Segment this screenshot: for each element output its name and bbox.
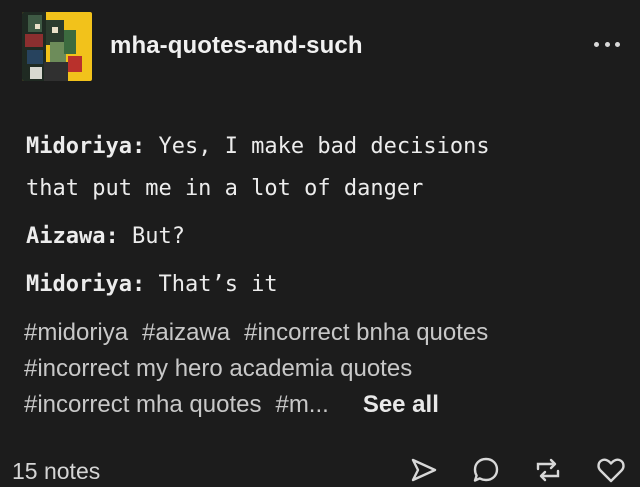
tag-link[interactable]: #aizawa (142, 319, 230, 346)
speaker-name: Midoriya: (26, 272, 146, 297)
tag-link[interactable]: #m... (275, 391, 328, 418)
blog-avatar[interactable] (22, 12, 92, 81)
tag-link[interactable]: #incorrect my hero academia quotes (24, 355, 412, 382)
more-options-icon[interactable] (594, 34, 620, 54)
dialogue-text: Yes, I make bad decisions (145, 134, 490, 159)
dialogue-line: that put me in a lot of danger (26, 168, 616, 210)
notes-count[interactable]: 15 notes (12, 458, 100, 485)
post-footer: 15 notes (12, 452, 626, 487)
tag-link[interactable]: #incorrect mha quotes (24, 391, 261, 418)
dialogue-text: that put me in a lot of danger (26, 176, 424, 201)
dialogue-text: But? (118, 224, 185, 249)
avatar-image (22, 12, 92, 81)
speaker-name: Midoriya: (26, 134, 146, 159)
like-icon[interactable] (596, 456, 626, 484)
post-actions (410, 456, 626, 484)
speaker-name: Aizawa: (26, 224, 119, 249)
more-dot (604, 41, 610, 47)
tag-link[interactable]: #incorrect bnha quotes (244, 319, 488, 346)
tag-link[interactable]: #midoriya (24, 319, 128, 346)
post-header: mha-quotes-and-such (22, 12, 624, 82)
post-body: Midoriya: Yes, I make bad decisions that… (26, 126, 616, 306)
see-all-tags-button[interactable]: See all (363, 391, 439, 418)
dialogue-line: Aizawa: But? (26, 216, 616, 258)
blog-name[interactable]: mha-quotes-and-such (110, 32, 363, 60)
post-tags: #midoriya #aizawa #incorrect bnha quotes #… (24, 315, 624, 423)
more-dot (594, 41, 599, 47)
reblog-icon[interactable] (534, 456, 562, 484)
reply-icon[interactable] (472, 456, 500, 484)
dialogue-text: That’s it (145, 272, 278, 297)
share-icon[interactable] (410, 457, 438, 483)
dialogue-line: Midoriya: That’s it (26, 264, 616, 306)
more-dot (615, 41, 620, 47)
dialogue-line: Midoriya: Yes, I make bad decisions (26, 126, 616, 168)
